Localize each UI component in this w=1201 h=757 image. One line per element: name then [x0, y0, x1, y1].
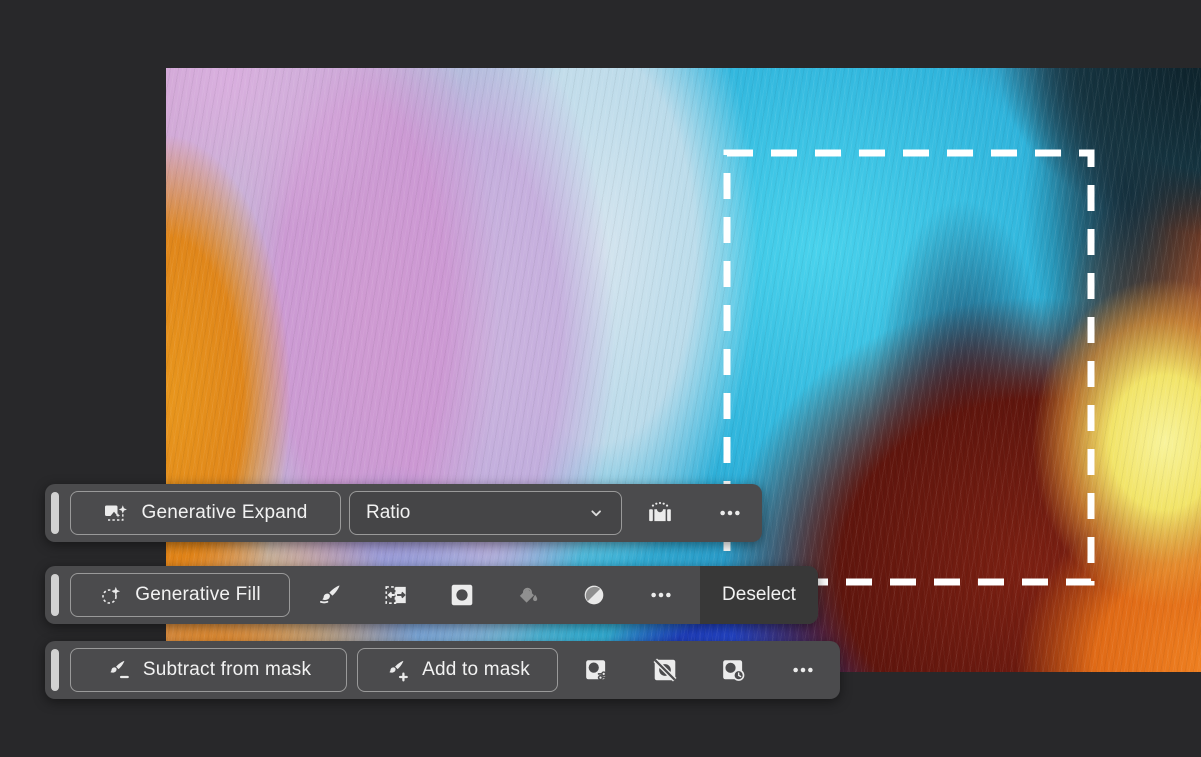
subtract-from-mask-icon: [110, 660, 129, 679]
generate-image-icon: [649, 501, 671, 522]
fill-more-options-button[interactable]: [641, 573, 681, 617]
brush-tool-button[interactable]: [310, 573, 350, 617]
mask-icon: [451, 584, 473, 606]
mask-more-options-button[interactable]: [783, 648, 823, 692]
subtract-from-mask-button[interactable]: Subtract from mask: [70, 648, 347, 692]
deselect-button[interactable]: Deselect: [700, 566, 818, 624]
add-to-mask-icon: [389, 660, 408, 682]
generative-fill-button[interactable]: Generative Fill: [70, 573, 290, 617]
generative-expand-label: Generative Expand: [141, 502, 308, 523]
hide-mask-overlay-icon: [653, 658, 677, 682]
contextual-taskbar-mask: Subtract from mask Add to mask: [45, 641, 840, 699]
deselect-label: Deselect: [722, 584, 796, 605]
subtract-from-mask-label: Subtract from mask: [142, 659, 312, 680]
adjustments-button[interactable]: [574, 573, 614, 617]
transform-selection-button[interactable]: [376, 573, 416, 617]
drag-handle[interactable]: [51, 574, 59, 616]
paint-bucket-icon: [519, 587, 538, 603]
mask-settings-button[interactable]: [577, 648, 617, 692]
hide-mask-overlay-button[interactable]: [645, 648, 685, 692]
more-options-icon: [720, 510, 740, 516]
transform-selection-icon: [385, 586, 406, 604]
add-to-mask-label: Add to mask: [422, 659, 530, 680]
generative-expand-icon: [105, 505, 128, 521]
contrast-icon: [584, 585, 604, 605]
more-options-icon: [793, 667, 813, 673]
add-mask-button[interactable]: [442, 573, 482, 617]
brush-icon: [319, 585, 340, 604]
generate-image-button[interactable]: [640, 491, 680, 535]
mask-clock-button[interactable]: [714, 648, 754, 692]
drag-handle[interactable]: [51, 492, 59, 534]
ratio-dropdown[interactable]: Ratio: [349, 491, 622, 535]
ratio-dropdown-value: Ratio: [366, 502, 411, 523]
chevron-down-icon: [591, 510, 601, 517]
generative-expand-button[interactable]: Generative Expand: [70, 491, 341, 535]
mask-settings-icon: [586, 660, 607, 681]
more-options-icon: [651, 592, 671, 598]
drag-handle[interactable]: [51, 649, 59, 691]
generative-fill-label: Generative Fill: [135, 584, 261, 605]
expand-more-options-button[interactable]: [710, 491, 750, 535]
photoshop-workspace: Generative Expand Ratio Generative Fill …: [0, 0, 1201, 757]
generative-fill-icon: [102, 586, 121, 604]
contextual-taskbar-generative-expand: Generative Expand Ratio: [45, 484, 762, 542]
contextual-taskbar-generative-fill: Generative Fill Deselect: [45, 566, 818, 624]
mask-clock-icon: [723, 660, 745, 681]
add-to-mask-button[interactable]: Add to mask: [357, 648, 558, 692]
fill-bucket-button[interactable]: [508, 573, 548, 617]
